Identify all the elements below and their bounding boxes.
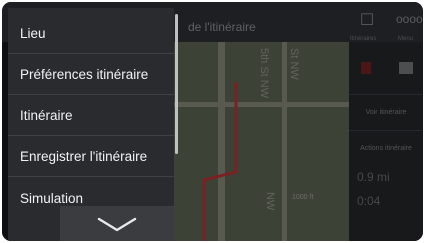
- app-screen: de l'itinéraire ☐ Itinéraires Menu oooo …: [2, 2, 423, 241]
- menu-item-save-route[interactable]: Enregistrer l'itinéraire: [8, 137, 174, 177]
- page-title: de l'itinéraire: [188, 20, 256, 34]
- side-panel: Voir itinéraire Actions itinéraire 0.9 m…: [349, 42, 423, 241]
- map-view[interactable]: 5th St NW St NW NW 1000 ft: [174, 42, 349, 241]
- menu-item-location[interactable]: Lieu: [8, 14, 174, 54]
- route-line: [202, 82, 238, 241]
- car-icon: [399, 62, 413, 74]
- route-actions-button[interactable]: Actions itinéraire: [349, 130, 423, 165]
- menu-item-route-preferences[interactable]: Préférences itinéraire: [8, 55, 174, 95]
- distance-value: 0.9 mi: [357, 170, 390, 184]
- chat-icon[interactable]: ☐: [355, 10, 379, 34]
- chevron-down-icon: [97, 217, 137, 231]
- map-scale: 1000 ft: [292, 194, 314, 201]
- menu-item-route[interactable]: Itinéraire: [8, 96, 174, 136]
- view-route-button[interactable]: Voir itinéraire: [349, 94, 423, 129]
- more-icon[interactable]: oooo: [396, 12, 423, 26]
- flag-icon: [361, 62, 371, 74]
- menu-scrollbar[interactable]: [175, 14, 178, 154]
- time-value: 0:04: [357, 194, 381, 208]
- scroll-down-button[interactable]: [60, 206, 174, 241]
